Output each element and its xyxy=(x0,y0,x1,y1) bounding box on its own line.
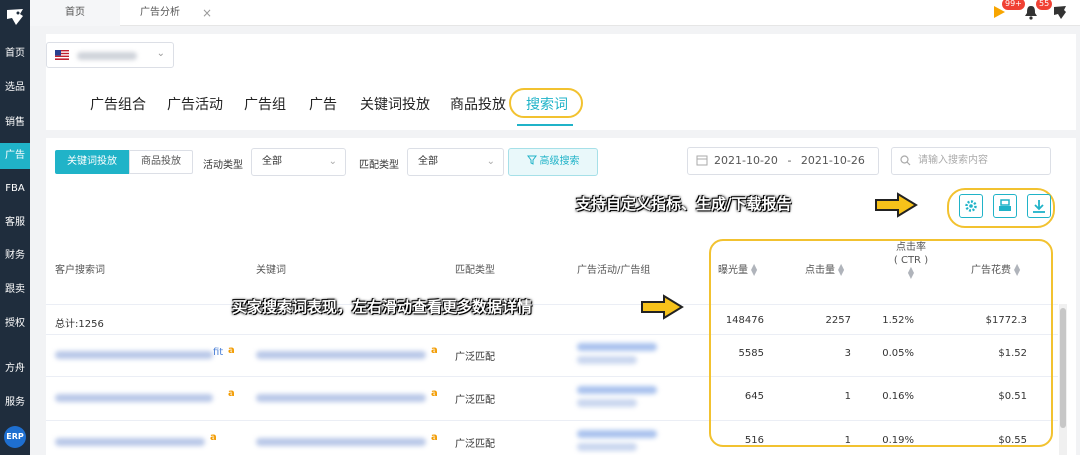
sidebar-item-auth[interactable]: 授权 xyxy=(0,311,30,337)
ad-group-blurred[interactable] xyxy=(577,356,637,364)
activity-type-label: 活动类型 xyxy=(203,160,243,171)
campaign-blurred[interactable] xyxy=(577,430,657,438)
tab-ad-analysis[interactable]: 广告分析 xyxy=(140,0,230,26)
chevron-down-icon: ⌄ xyxy=(486,156,495,167)
activity-type-value: 全部 xyxy=(262,156,282,167)
search-term-suffix[interactable]: fit xyxy=(213,347,223,358)
amazon-icon[interactable]: a xyxy=(431,432,438,443)
col-campaign: 广告活动/广告组 xyxy=(577,265,651,276)
main-card: ⌄ 广告组合 广告活动 广告组 广告 关键词投放 商品投放 搜索词 关键词投放 … xyxy=(46,34,1076,455)
gear-icon xyxy=(965,200,977,212)
sidebar: 首页 选品 销售 广告 FBA 客服 财务 跟卖 授权 方舟 服务 ERP xyxy=(0,0,30,455)
highlight-ring xyxy=(709,239,1053,447)
keyword-blurred xyxy=(256,351,426,359)
bell-icon[interactable] xyxy=(1024,5,1038,20)
sidebar-item-home[interactable]: 首页 xyxy=(0,41,30,67)
col-keyword: 关键词 xyxy=(256,265,286,276)
us-flag-icon xyxy=(55,50,69,60)
tab-keyword-targeting[interactable]: 关键词投放 xyxy=(360,94,430,114)
match-type-label: 匹配类型 xyxy=(359,160,399,171)
search-term-blurred[interactable] xyxy=(55,351,213,359)
match-type-value: 全部 xyxy=(418,156,438,167)
sidebar-item-selection[interactable]: 选品 xyxy=(0,75,30,101)
col-match-type: 匹配类型 xyxy=(455,265,495,276)
logo-icon[interactable] xyxy=(4,6,26,28)
download-report-button[interactable] xyxy=(1027,194,1051,218)
sidebar-item-ark[interactable]: 方舟 xyxy=(0,356,30,382)
tab-ad[interactable]: 广告 xyxy=(309,94,337,114)
campaign-blurred[interactable] xyxy=(577,343,657,351)
sidebar-item-follow[interactable]: 跟卖 xyxy=(0,277,30,303)
tab-ad-group[interactable]: 广告组 xyxy=(244,94,286,114)
annotation-tools: 支持自定义指标、生成/下载报告 xyxy=(576,195,792,213)
activity-type-select[interactable]: 全部 ⌄ xyxy=(251,148,346,176)
keyword-blurred xyxy=(256,438,426,446)
sidebar-item-fba[interactable]: FBA xyxy=(0,176,30,202)
sidebar-item-finance[interactable]: 财务 xyxy=(0,243,30,269)
top-icons: 99+ 55 xyxy=(984,0,1074,26)
seg-keyword-targeting[interactable]: 关键词投放 xyxy=(55,150,129,174)
nav-tabs: 广告组合 广告活动 广告组 广告 关键词投放 商品投放 搜索词 xyxy=(76,86,776,126)
search-term-blurred[interactable] xyxy=(55,394,213,402)
seg-product-targeting[interactable]: 商品投放 xyxy=(129,150,193,174)
generate-report-button[interactable] xyxy=(993,194,1017,218)
match-type: 广泛匹配 xyxy=(455,352,495,363)
download-icon xyxy=(1033,200,1045,213)
sidebar-item-service[interactable]: 客服 xyxy=(0,210,30,236)
amazon-icon[interactable]: a xyxy=(228,388,235,399)
search-icon xyxy=(900,155,911,166)
search-input[interactable]: 请输入搜索内容 xyxy=(891,147,1051,175)
advanced-search-label: 高级搜索 xyxy=(539,156,580,167)
search-placeholder: 请输入搜索内容 xyxy=(918,155,988,166)
amazon-icon[interactable]: a xyxy=(431,345,438,356)
arrow-right-icon xyxy=(641,294,684,320)
store-name-blurred xyxy=(77,52,137,60)
tab-product-targeting[interactable]: 商品投放 xyxy=(450,94,506,114)
active-tab-underline xyxy=(517,124,573,126)
chevron-down-icon: ⌄ xyxy=(328,156,337,167)
top-tab-bar: 首页 广告分析 × 99+ 55 xyxy=(30,0,1080,26)
tab-campaign[interactable]: 广告活动 xyxy=(167,94,223,114)
erp-badge[interactable]: ERP xyxy=(4,426,26,448)
amazon-icon[interactable]: a xyxy=(210,432,217,443)
divider xyxy=(46,130,1076,138)
scrollbar-thumb[interactable] xyxy=(1060,308,1066,428)
tab-home[interactable]: 首页 xyxy=(30,0,120,26)
bell-badge: 55 xyxy=(1036,0,1053,10)
owl-avatar-icon[interactable] xyxy=(1052,4,1068,20)
marketplace-select[interactable]: ⌄ xyxy=(46,42,174,68)
sidebar-item-services[interactable]: 服务 xyxy=(0,390,30,416)
notice-badge: 99+ xyxy=(1002,0,1025,10)
chevron-down-icon: ⌄ xyxy=(156,48,165,59)
calendar-icon xyxy=(696,155,708,166)
date-range-picker[interactable]: 2021-10-20 - 2021-10-26 xyxy=(687,147,879,175)
date-end: 2021-10-26 xyxy=(800,154,865,167)
campaign-blurred[interactable] xyxy=(577,386,657,394)
match-type-select[interactable]: 全部 ⌄ xyxy=(407,148,504,176)
filter-icon xyxy=(526,155,537,165)
tab-portfolio[interactable]: 广告组合 xyxy=(90,94,146,114)
date-separator: - xyxy=(787,154,792,167)
sidebar-item-sales[interactable]: 销售 xyxy=(0,110,30,136)
arrow-right-icon xyxy=(875,192,918,218)
ad-group-blurred[interactable] xyxy=(577,399,637,407)
ad-group-blurred[interactable] xyxy=(577,443,637,451)
custom-metrics-button[interactable] xyxy=(959,194,983,218)
col-search-term: 客户搜索词 xyxy=(55,265,105,276)
advanced-search-button[interactable]: 高级搜索 xyxy=(508,148,598,176)
annotation-table: 买家搜索词表现，左右滑动查看更多数据详情 xyxy=(232,298,533,316)
amazon-icon[interactable]: a xyxy=(431,388,438,399)
amazon-icon[interactable]: a xyxy=(228,345,235,356)
match-type: 广泛匹配 xyxy=(455,439,495,450)
sidebar-item-ads[interactable]: 广告 xyxy=(0,143,30,169)
close-icon[interactable]: × xyxy=(202,0,212,26)
print-icon xyxy=(999,199,1011,211)
highlight-ring xyxy=(509,88,583,118)
match-type: 广泛匹配 xyxy=(455,395,495,406)
total-label: 总计:1256 xyxy=(55,319,104,330)
search-term-blurred[interactable] xyxy=(55,438,205,446)
date-start: 2021-10-20 xyxy=(714,154,778,167)
keyword-blurred xyxy=(256,394,426,402)
